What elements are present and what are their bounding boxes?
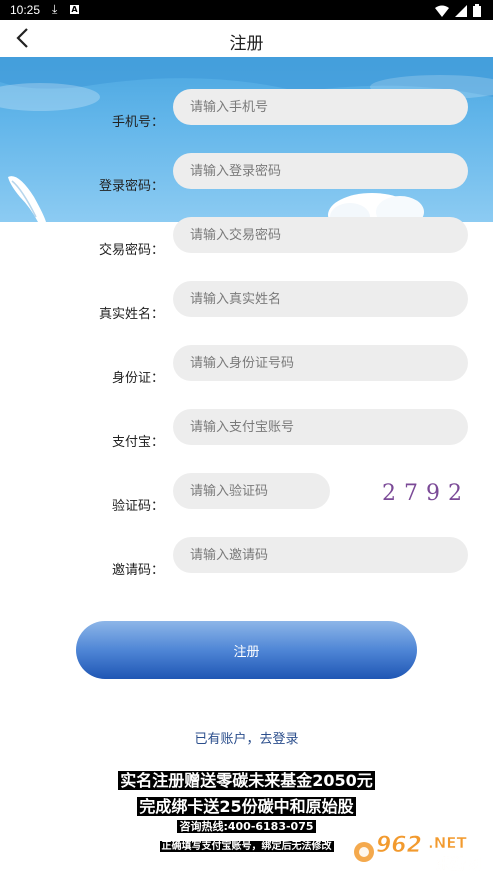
login-password-label: 登录密码： bbox=[98, 179, 164, 194]
status-indicators bbox=[435, 4, 481, 17]
trade-password-label: 交易密码： bbox=[98, 243, 164, 258]
trade-password-row: 交易密码： bbox=[0, 217, 493, 267]
promo-hotline-text: 咨询热线:400-6183-075 bbox=[177, 820, 316, 833]
real-name-input[interactable] bbox=[173, 281, 468, 317]
trade-password-input[interactable] bbox=[173, 217, 468, 253]
register-button[interactable]: 注册 bbox=[76, 621, 417, 679]
alipay-input[interactable] bbox=[173, 409, 468, 445]
promo-line-2-text: 完成绑卡送25份碳中和原始股 bbox=[137, 797, 356, 816]
invite-row: 邀请码： bbox=[0, 537, 493, 587]
status-bar: 10:25 ⤓ A bbox=[0, 0, 493, 20]
captcha-label: 验证码： bbox=[111, 499, 164, 514]
watermark-logo-icon bbox=[354, 842, 374, 862]
promo-notice-text: 正确填写支付宝账号，绑定后无法修改 bbox=[159, 841, 334, 852]
alipay-label: 支付宝： bbox=[111, 435, 164, 450]
captcha-image[interactable]: 2792 bbox=[382, 481, 470, 506]
register-screen: 10:25 ⤓ A 注册 手机号： 请输入手机号 登录密码： 交易密码： 真实姓… bbox=[0, 0, 493, 876]
invite-label: 邀请码： bbox=[111, 563, 164, 578]
watermark-suffix: .NET bbox=[428, 834, 467, 852]
promo-line-1-text: 实名注册赠送零碳未来基金2050元 bbox=[118, 771, 375, 790]
promo-line-1: 实名注册赠送零碳未来基金2050元 bbox=[0, 767, 493, 791]
signal-icon bbox=[455, 4, 467, 17]
wifi-icon bbox=[435, 5, 449, 17]
captcha-input[interactable] bbox=[173, 473, 330, 509]
id-card-row: 身份证： bbox=[0, 345, 493, 395]
id-card-label: 身份证： bbox=[111, 371, 164, 386]
promo-line-2: 完成绑卡送25份碳中和原始股 bbox=[0, 793, 493, 817]
a-icon: A bbox=[70, 5, 79, 14]
login-link[interactable]: 已有账户，去登录 bbox=[0, 728, 493, 747]
real-name-label: 真实姓名： bbox=[98, 307, 164, 322]
battery-icon bbox=[473, 4, 481, 17]
id-card-input[interactable] bbox=[173, 345, 468, 381]
real-name-row: 真实姓名： bbox=[0, 281, 493, 331]
watermark-number: 962 bbox=[376, 833, 422, 858]
phone-input[interactable] bbox=[173, 89, 468, 125]
phone-row: 手机号： bbox=[0, 89, 493, 139]
nav-bar: 注册 bbox=[0, 20, 493, 58]
site-watermark: 962 .NET 乐游网 bbox=[354, 833, 481, 873]
login-password-input[interactable] bbox=[173, 153, 468, 189]
alipay-row: 支付宝： bbox=[0, 409, 493, 459]
watermark-name: 乐游网 bbox=[436, 855, 481, 873]
phone-label: 手机号： bbox=[111, 115, 164, 130]
status-time: 10:25 bbox=[10, 3, 41, 17]
page-title: 注册 bbox=[229, 34, 264, 54]
captcha-row: 验证码： 2792 bbox=[0, 473, 493, 523]
invite-code-input[interactable] bbox=[173, 537, 468, 573]
login-password-row: 登录密码： bbox=[0, 153, 493, 203]
download-icon: ⤓ bbox=[52, 2, 58, 16]
